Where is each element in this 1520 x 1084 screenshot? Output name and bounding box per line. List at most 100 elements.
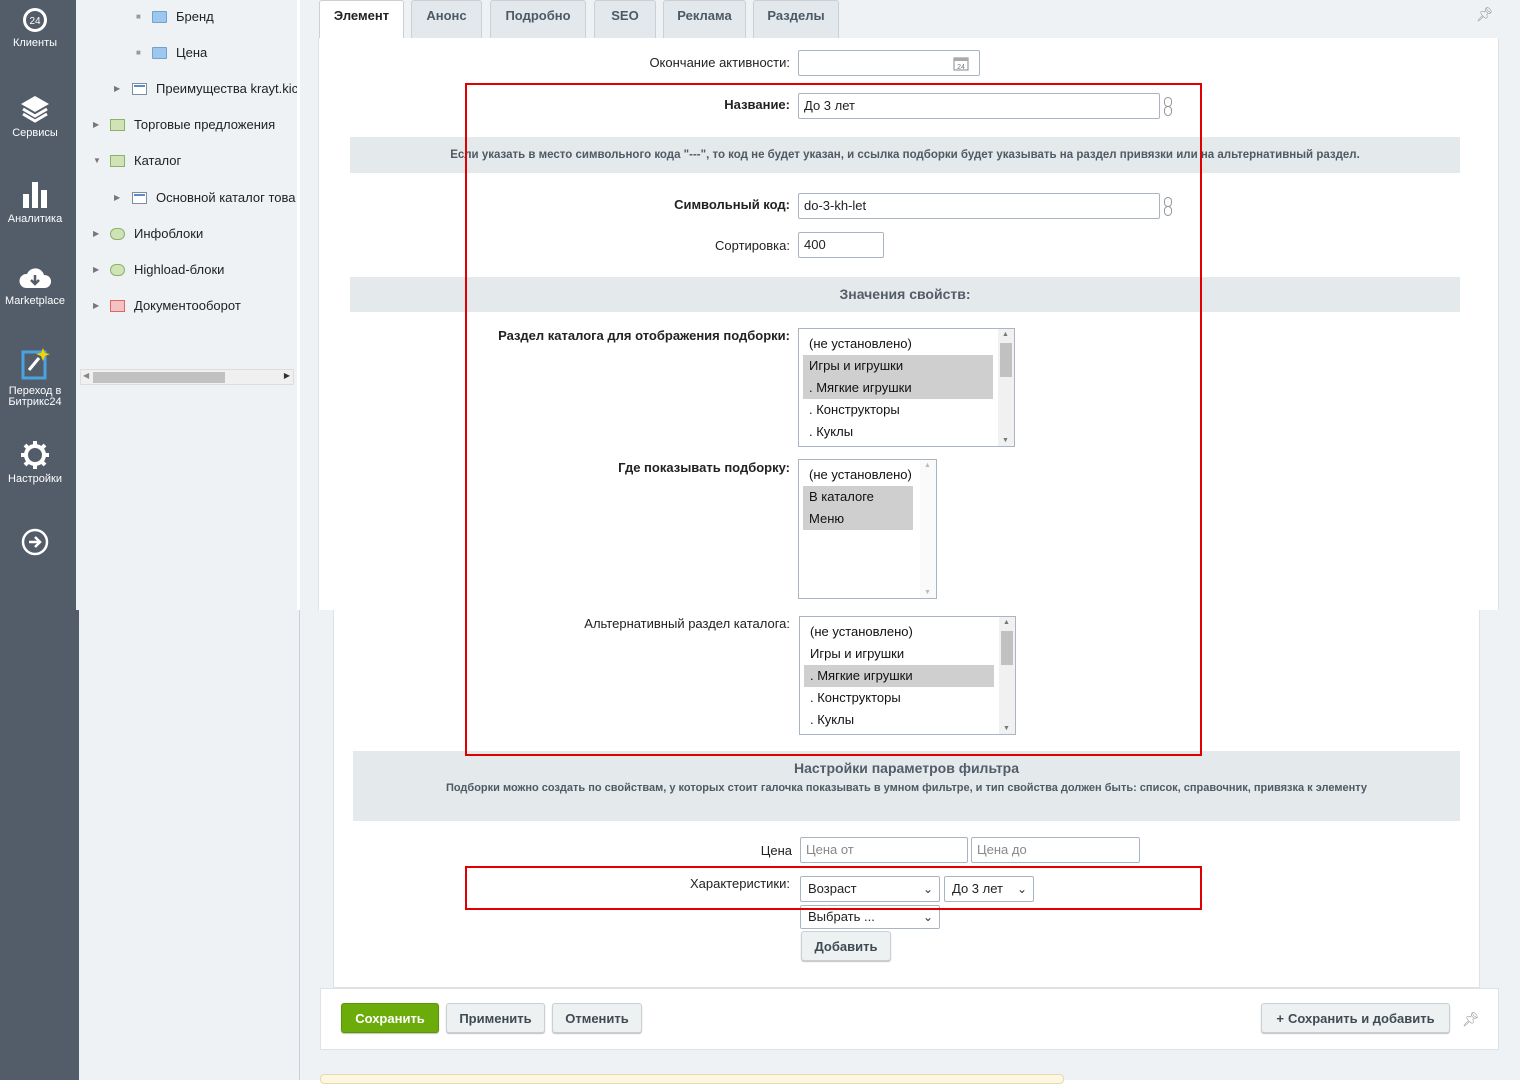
chevron-down-icon: ⌄ [922,910,933,924]
sidebar-item-settings[interactable]: Настройки [0,440,70,485]
crm-24-icon: 24 [23,8,47,32]
apply-button[interactable]: Применить [446,1003,545,1033]
infoblock-icon [132,192,147,204]
pin-icon[interactable]: 📌︎ [1476,6,1494,23]
notice-bar [320,1074,1064,1084]
alt-multiselect[interactable]: (не установлено) Игры и игрушки . Мягкие… [799,616,1016,735]
nav-tree: ■ Бренд ■ Цена ▶ Преимущества krayt.kic … [76,0,297,610]
pin-icon[interactable]: 📌︎ [1462,1011,1480,1028]
tree-item-main-catalog[interactable]: ▶ Основной каталог това [114,188,297,208]
left-sidebar: 24 Клиенты Сервисы Аналитика Marketplace… [0,0,76,610]
list-option[interactable]: Игры и игрушки [803,355,993,377]
tree-item-workflow[interactable]: ▶ Документооборот [93,296,297,316]
expand-arrow-icon[interactable]: ▶ [93,260,99,280]
list-option[interactable]: Меню [803,508,913,530]
link-chain-icon[interactable] [1163,195,1173,217]
sidebar-label: Marketplace [5,295,65,307]
where-multiselect[interactable]: (не установлено) В каталоге Меню ▲ ▼ [798,459,937,599]
price-to-input[interactable]: Цена до [971,837,1140,863]
char-value-select[interactable]: До 3 лет ⌄ [944,876,1034,902]
active-to-label: Окончание активности: [649,55,790,70]
tab-sections[interactable]: Разделы [753,0,839,38]
tree-item-infoblocks[interactable]: ▶ Инфоблоки [93,224,297,244]
list-option[interactable]: . Конструкторы [803,399,993,421]
list-option[interactable]: Игры и игрушки [804,643,994,665]
select-value: Возраст [808,881,857,896]
tab-element[interactable]: Элемент [319,0,404,39]
sidebar-item-clients[interactable]: 24 Клиенты [0,6,70,49]
sort-input[interactable]: 400 [798,232,884,258]
code-label: Символьный код: [674,197,790,212]
tree-horizontal-scrollbar[interactable]: ◀ ▶ [80,369,294,385]
list-scrollbar[interactable]: ▲ ▼ [920,460,936,598]
tab-announce[interactable]: Анонс [411,0,482,38]
scroll-left-icon[interactable]: ◀ [83,371,89,380]
sidebar-item-services[interactable]: Сервисы [0,94,70,139]
save-and-add-button[interactable]: + Сохранить и добавить [1261,1003,1450,1033]
scroll-thumb[interactable] [93,372,225,383]
layers-icon [21,96,49,123]
chevron-down-icon: ⌄ [1016,882,1027,896]
price-from-input[interactable]: Цена от [800,837,968,863]
list-scrollbar[interactable]: ▲ ▼ [998,329,1014,446]
name-label: Название: [724,97,790,112]
infoblocks-icon [110,228,125,240]
name-input[interactable]: До 3 лет [798,93,1160,119]
link-chain-icon[interactable] [1163,95,1173,117]
expand-arrow-icon[interactable]: ▶ [93,224,99,244]
section-multiselect[interactable]: (не установлено) Игры и игрушки . Мягкие… [798,328,1015,447]
expand-arrow-icon[interactable]: ▶ [93,115,99,135]
tab-detail[interactable]: Подробно [490,0,586,38]
sidebar-label: Настройки [8,473,62,485]
list-scrollbar[interactable]: ▲ ▼ [999,617,1015,734]
scroll-right-icon[interactable]: ▶ [284,371,290,380]
list-option[interactable]: . Мягкие игрушки [804,665,994,687]
tree-item-price[interactable]: ■ Цена [136,43,296,63]
sidebar-item-logout[interactable] [0,527,70,561]
expand-arrow-icon[interactable]: ▶ [93,296,99,316]
code-hint: Если указать в место символьного кода "-… [350,137,1460,173]
expand-arrow-icon[interactable]: ▶ [114,188,120,208]
tab-seo[interactable]: SEO [594,0,656,38]
tree-item-brand[interactable]: ■ Бренд [136,7,296,27]
sort-label: Сортировка: [715,238,790,253]
char-property-select[interactable]: Возраст ⌄ [800,876,940,902]
price-label: Цена [760,843,792,858]
tree-item-advantages[interactable]: ▶ Преимущества krayt.kic [114,79,297,99]
list-option[interactable]: . Конструкторы [804,687,994,709]
char-new-select[interactable]: Выбрать ... ⌄ [800,905,940,929]
cancel-button[interactable]: Отменить [552,1003,642,1033]
list-option[interactable]: В каталоге [803,486,913,508]
sidebar-item-marketplace[interactable]: Marketplace [0,266,70,307]
section-label: Раздел каталога для отображения подборки… [498,328,790,343]
tree-item-offers[interactable]: ▶ Торговые предложения [93,115,297,135]
left-sidebar-lower [0,610,79,1080]
bitrix-star-icon [21,348,50,380]
nav-tree-lower [79,610,300,1080]
list-option[interactable]: (не установлено) [804,621,994,643]
collapse-arrow-icon[interactable]: ▼ [93,151,101,171]
sidebar-item-bitrix24[interactable]: Переход в Битрикс24 [0,346,70,408]
gear-icon [21,441,49,469]
list-option[interactable]: . Куклы [804,709,994,731]
list-option[interactable]: (не установлено) [803,464,913,486]
add-button[interactable]: Добавить [801,931,891,961]
tab-bar: Элемент Анонс Подробно SEO Реклама Разде… [300,0,1520,39]
tab-ads[interactable]: Реклама [663,0,746,38]
sidebar-item-analytics[interactable]: Аналитика [0,180,70,225]
save-button[interactable]: Сохранить [341,1003,439,1033]
cloud-download-icon [19,268,52,288]
tree-item-catalog[interactable]: ▼ Каталог [93,151,297,171]
list-option[interactable]: . Мягкие игрушки [803,377,993,399]
list-option[interactable]: . Куклы [803,421,993,443]
chevron-down-icon: ⌄ [922,882,933,896]
sidebar-label: Клиенты [12,37,58,49]
expand-arrow-icon[interactable]: ▶ [114,79,120,99]
code-input[interactable]: do-3-kh-let [798,193,1160,219]
sidebar-label: Аналитика [7,213,63,225]
tree-item-highload[interactable]: ▶ Highload-блоки [93,260,297,280]
arrow-right-circle-icon [21,528,49,556]
char-label: Характеристики: [689,876,790,891]
calendar-icon[interactable]: 24 [953,55,969,71]
list-option[interactable]: (не установлено) [803,333,993,355]
